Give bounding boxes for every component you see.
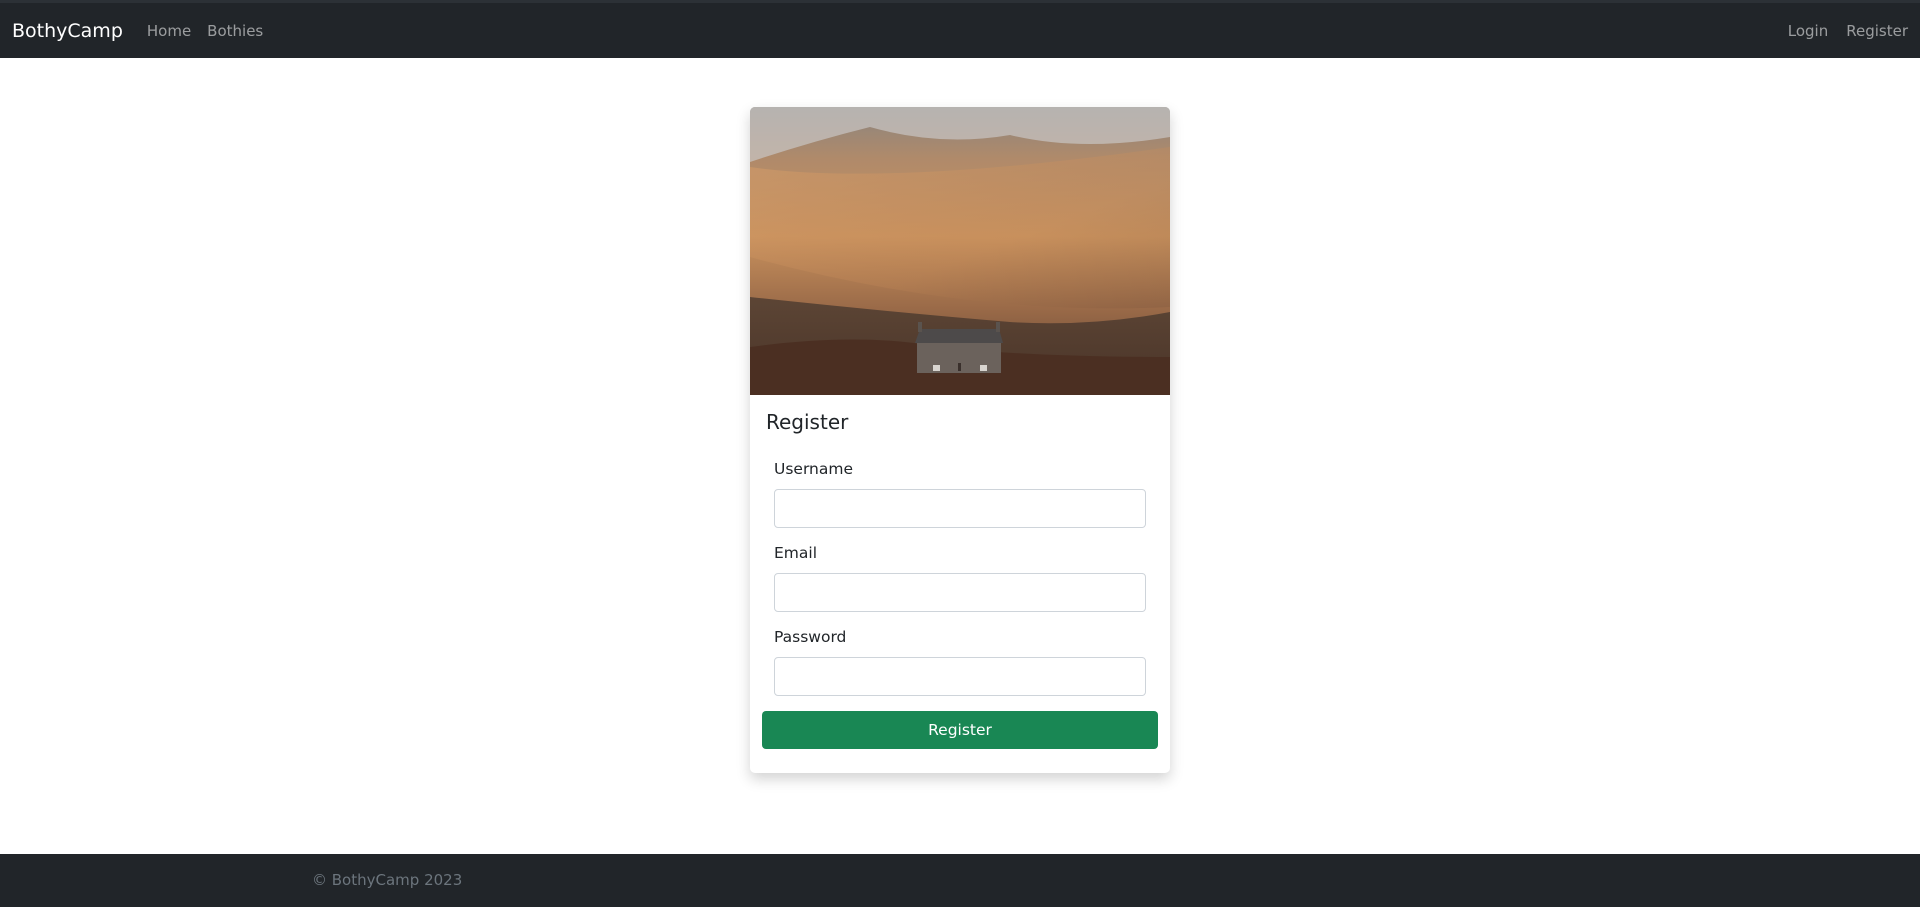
nav-link-bothies[interactable]: Bothies xyxy=(207,22,263,40)
nav-link-register[interactable]: Register xyxy=(1846,22,1908,40)
register-card: Register Username Email Password Registe… xyxy=(750,107,1170,773)
nav-right-group: Login Register xyxy=(1770,22,1908,40)
password-label: Password xyxy=(774,628,847,646)
register-title: Register xyxy=(766,410,849,434)
page-footer: © BothyCamp 2023 xyxy=(0,854,1920,907)
password-input[interactable] xyxy=(774,657,1146,696)
brand-logo-link[interactable]: BothyCamp xyxy=(12,20,123,42)
bothy-landscape-image xyxy=(750,107,1170,395)
nav-link-login[interactable]: Login xyxy=(1788,22,1828,40)
username-input[interactable] xyxy=(774,489,1146,528)
email-label: Email xyxy=(774,544,818,562)
email-input[interactable] xyxy=(774,573,1146,612)
bothy-building xyxy=(915,322,1003,373)
username-label: Username xyxy=(774,460,854,478)
footer-copyright: © BothyCamp 2023 xyxy=(312,871,463,889)
nav-link-home[interactable]: Home xyxy=(147,22,191,40)
register-submit-button[interactable]: Register xyxy=(762,711,1158,749)
top-navbar: BothyCamp Home Bothies Login Register xyxy=(0,0,1920,58)
